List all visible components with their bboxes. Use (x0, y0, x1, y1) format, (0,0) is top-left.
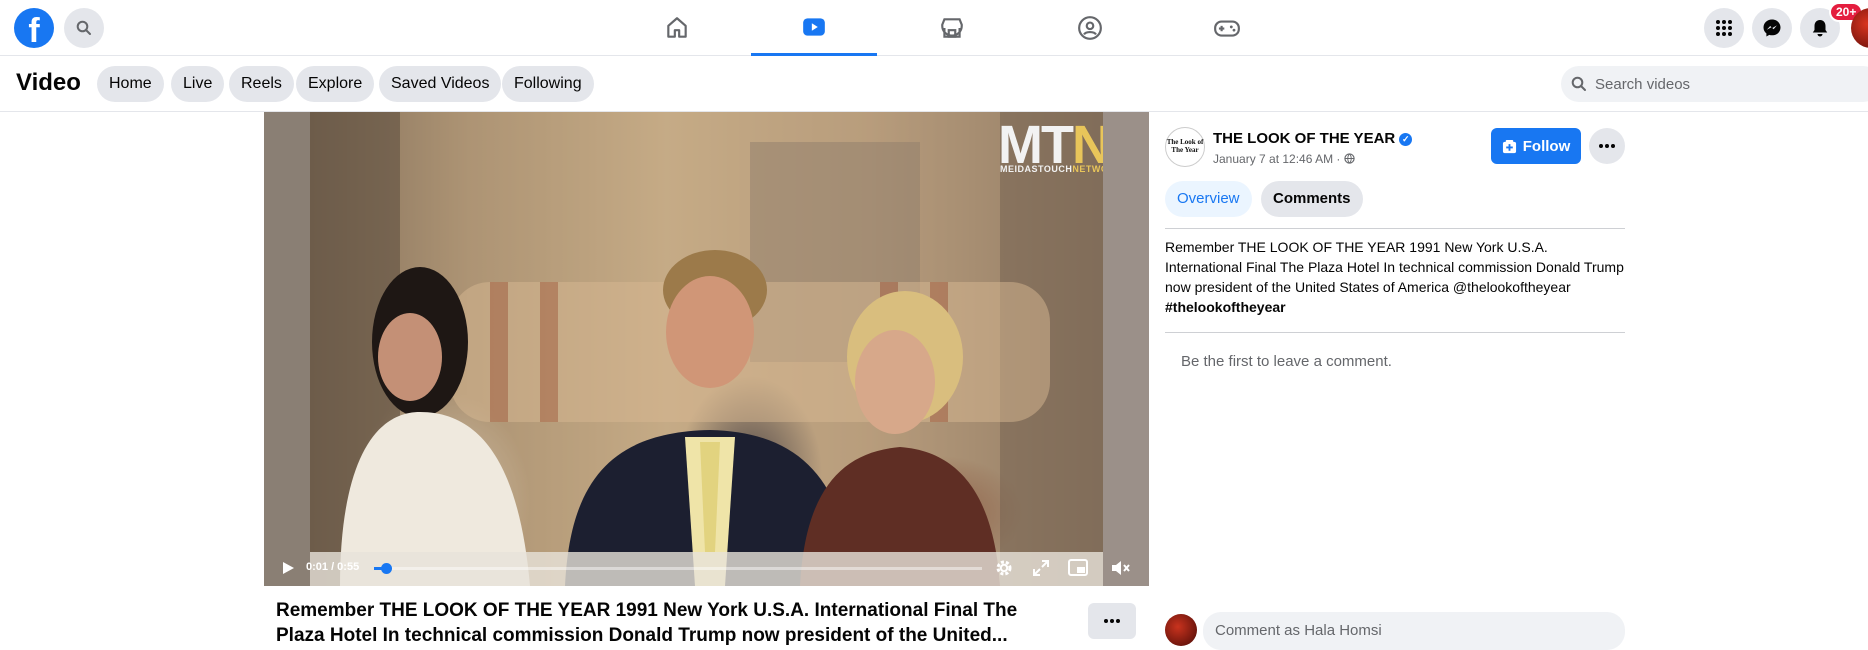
marketplace-icon (941, 18, 963, 38)
pill-saved-videos[interactable]: Saved Videos (379, 66, 502, 102)
groups-icon (1078, 16, 1102, 40)
gaming-icon (1214, 20, 1240, 37)
play-icon (283, 562, 294, 574)
video-title[interactable]: Remember THE LOOK OF THE YEAR 1991 New Y… (276, 598, 1056, 648)
video-controls: 0:01 / 0:55 (264, 550, 1149, 586)
tab-groups[interactable] (1027, 0, 1153, 56)
fullscreen-button[interactable] (1029, 556, 1053, 580)
messenger-button[interactable] (1752, 8, 1792, 48)
search-videos-input[interactable] (1595, 75, 1855, 93)
video-right-blur (1103, 112, 1149, 586)
pill-reels[interactable]: Reels (229, 66, 294, 102)
video-player[interactable]: MTN MEIDASTOUCHNETWORK 0:01 / 0:55 (264, 112, 1149, 586)
volume-muted-icon (1112, 561, 1130, 575)
video-left-blur (264, 112, 310, 586)
search-icon (76, 20, 91, 35)
video-frame[interactable]: MTN MEIDASTOUCHNETWORK (310, 112, 1122, 586)
channel-more-button[interactable] (1589, 128, 1625, 164)
tab-video[interactable] (751, 0, 877, 56)
settings-button[interactable] (992, 556, 1016, 580)
pill-live[interactable]: Live (171, 66, 225, 102)
messenger-icon (1763, 19, 1781, 37)
search-icon (1571, 76, 1586, 91)
video-more-options-button[interactable] (1088, 603, 1136, 639)
tab-home[interactable] (614, 0, 740, 56)
search-button[interactable] (64, 8, 104, 48)
pill-home[interactable]: Home (97, 66, 164, 102)
pip-icon (1068, 559, 1088, 576)
channel-name[interactable]: THE LOOK OF THE YEAR ✓ (1213, 130, 1413, 147)
gear-icon (996, 560, 1012, 576)
more-dots-icon (1104, 619, 1120, 623)
search-videos-field[interactable] (1561, 66, 1868, 102)
more-dots-icon (1599, 144, 1615, 148)
video-progress-handle[interactable] (381, 563, 393, 574)
grid-menu-icon (1716, 20, 1732, 36)
mute-button[interactable] (1109, 556, 1133, 580)
add-page-icon (1502, 139, 1516, 153)
video-subnav: Video Home Live Reels Explore Saved Vide… (0, 56, 1868, 112)
top-navigation-bar: f 20+ (0, 0, 1868, 56)
no-comments-message: Be the first to leave a comment. (1181, 353, 1392, 370)
tab-marketplace[interactable] (889, 0, 1015, 56)
comment-input[interactable]: Comment as Hala Homsi (1203, 612, 1625, 650)
tab-comments[interactable]: Comments (1261, 181, 1363, 217)
hashtag-link[interactable]: #thelookoftheyear (1165, 299, 1286, 315)
video-description: Remember THE LOOK OF THE YEAR 1991 New Y… (1165, 239, 1624, 315)
post-timestamp[interactable]: January 7 at 12:46 AM · (1213, 152, 1355, 166)
home-icon (667, 17, 687, 38)
verified-badge-icon: ✓ (1399, 133, 1413, 146)
channel-avatar[interactable]: The Look of The Year (1165, 127, 1205, 167)
follow-label: Follow (1522, 137, 1571, 155)
page-title: Video (16, 69, 81, 96)
video-progress-bar[interactable] (374, 563, 982, 574)
video-scene (310, 112, 1103, 586)
pill-explore[interactable]: Explore (296, 66, 375, 102)
video-icon (803, 17, 825, 36)
picture-in-picture-button[interactable] (1066, 556, 1090, 580)
globe-icon (1344, 153, 1355, 164)
facebook-logo[interactable]: f (14, 8, 54, 48)
tab-gaming[interactable] (1164, 0, 1290, 56)
follow-button[interactable]: Follow (1491, 128, 1581, 164)
play-button[interactable] (276, 556, 300, 580)
panel-divider-bottom (1165, 332, 1625, 333)
tab-overview[interactable]: Overview (1165, 181, 1252, 217)
video-time: 0:01 / 0:55 (306, 561, 360, 573)
pill-following[interactable]: Following (502, 66, 594, 102)
bell-icon (1812, 20, 1828, 37)
menu-button[interactable] (1704, 8, 1744, 48)
panel-divider-top (1165, 228, 1625, 229)
expand-icon (1033, 560, 1049, 576)
commenter-avatar[interactable] (1165, 614, 1197, 646)
